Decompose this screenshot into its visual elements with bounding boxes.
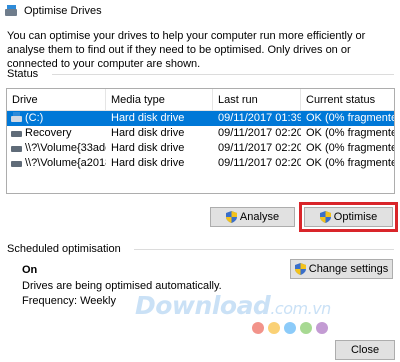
current-status-cell: OK (0% fragmented) — [306, 127, 394, 139]
drive-cell: Recovery — [7, 126, 106, 141]
column-header-drive[interactable]: Drive — [7, 89, 106, 111]
column-header-media-type[interactable]: Media type — [106, 89, 213, 111]
watermark-dot — [252, 322, 264, 334]
analyse-button[interactable]: Analyse — [210, 207, 295, 227]
watermark: Download.com.vn — [135, 291, 331, 320]
watermark-suffix: .com.vn — [270, 299, 331, 318]
schedule-state: On — [22, 264, 38, 276]
drive-name: \\?\Volume{a20182... — [25, 157, 106, 169]
watermark-dot — [284, 322, 296, 334]
change-settings-button[interactable]: Change settings — [290, 259, 393, 279]
current-status-cell: OK (0% fragmented) — [306, 142, 394, 154]
last-run-cell: 09/11/2017 02:20 — [218, 127, 301, 139]
current-status-cell: OK (0% fragmented) — [306, 157, 394, 169]
media-type-cell: Hard disk drive — [111, 112, 185, 124]
title-bar: Optimise Drives — [0, 0, 400, 22]
drive-name: \\?\Volume{33adca... — [25, 142, 106, 154]
close-button-label: Close — [350, 344, 380, 356]
drive-cell: (C:) — [7, 111, 106, 126]
window-title: Optimise Drives — [24, 5, 102, 17]
watermark-dot — [300, 322, 312, 334]
drive-icon — [11, 160, 22, 167]
intro-text: You can optimise your drives to help you… — [7, 30, 366, 70]
status-label: Status — [7, 68, 39, 80]
watermark-dot — [268, 322, 280, 334]
watermark-dots — [252, 322, 332, 334]
column-header-current-status[interactable]: Current status — [301, 89, 394, 111]
media-type-cell: Hard disk drive — [111, 157, 185, 169]
drives-list[interactable]: Drive Media type Last run Current status… — [6, 88, 395, 194]
scheduled-label: Scheduled optimisation — [7, 243, 121, 255]
last-run-cell: 09/11/2017 01:39 — [218, 112, 301, 124]
column-header-last-run[interactable]: Last run — [213, 89, 301, 111]
media-type-cell: Hard disk drive — [111, 142, 185, 154]
last-run-cell: 09/11/2017 02:20 — [218, 142, 301, 154]
drive-icon — [11, 145, 22, 152]
scheduled-separator — [134, 249, 394, 250]
schedule-frequency: Frequency: Weekly — [22, 295, 116, 307]
status-separator — [52, 74, 394, 75]
drive-name: Recovery — [25, 127, 72, 139]
list-header: Drive Media type Last run Current status — [7, 89, 394, 111]
last-run-cell: 09/11/2017 02:20 — [218, 157, 301, 169]
drive-cell: \\?\Volume{a20182... — [7, 156, 106, 171]
current-status-cell: OK (0% fragmented) — [306, 112, 394, 124]
windows-drive-icon — [11, 111, 22, 122]
table-row[interactable]: \\?\Volume{33adca... Hard disk drive 09/11… — [7, 141, 394, 156]
watermark-text: Download — [135, 291, 271, 320]
drive-icon — [11, 130, 22, 137]
table-row[interactable]: Recovery Hard disk drive 09/11/2017 02:20 O… — [7, 126, 394, 141]
optimise-drives-icon — [4, 5, 18, 17]
drive-name: (C:) — [25, 112, 44, 124]
optimise-highlight-box — [299, 202, 398, 232]
change-settings-button-label: Change settings — [308, 263, 389, 275]
shield-icon — [225, 211, 237, 223]
media-type-cell: Hard disk drive — [111, 127, 185, 139]
shield-icon — [294, 263, 306, 275]
table-row[interactable]: (C:) Hard disk drive 09/11/2017 01:39 OK (0… — [7, 111, 394, 126]
drive-cell: \\?\Volume{33adca... — [7, 141, 106, 156]
analyse-button-label: Analyse — [239, 211, 280, 223]
watermark-dot — [316, 322, 328, 334]
table-row[interactable]: \\?\Volume{a20182... Hard disk drive 09/11… — [7, 156, 394, 171]
close-button[interactable]: Close — [335, 340, 395, 360]
